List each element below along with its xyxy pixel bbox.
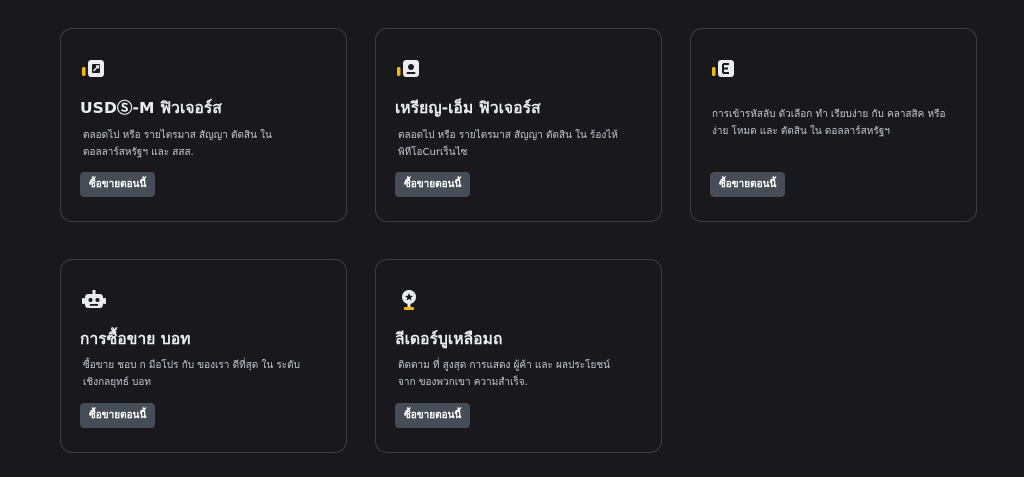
- card-usdm-futures[interactable]: USDⓈ-M ฟิวเจอร์ส ตลอดไป หรือ รายไตรมาส ส…: [60, 28, 347, 222]
- card-title: การซื้อขาย บอท: [80, 330, 191, 348]
- trade-now-button[interactable]: ซื้อขายตอนนี้: [395, 403, 471, 428]
- card-description: ตลอดไป หรือ รายไตรมาส สัญญา ตัดสิน ใน ดอ…: [83, 130, 272, 158]
- card-description: ติดตาม ที่ สูงสุด การแสดง ผู้ค้า และ ผลป…: [398, 360, 610, 388]
- card-description: ซื้อขาย ชอบ ก มือโปร กับ ของเรา ดีที่สุด…: [83, 360, 300, 388]
- card-description: การเข้ารหัสลับ ตัวเลือก ทำ เรียบง่าย กับ…: [712, 109, 946, 137]
- trade-now-button[interactable]: ซื้อขายตอนนี้: [395, 172, 471, 197]
- bot-icon: [82, 290, 106, 308]
- trade-now-button[interactable]: ซื้อขายตอนนี้: [80, 172, 156, 197]
- card-title: ลีเดอร์บูเหลือมถ: [395, 330, 503, 348]
- card-description: ตลอดไป หรือ รายไตรมาส สัญญา ตัดสิน ใน ร้…: [398, 130, 618, 158]
- leaderboard-icon: [402, 290, 416, 310]
- card-title: เหรียญ-เอ็ม ฟิวเจอร์ส: [395, 99, 541, 117]
- coinm-futures-icon: [397, 60, 419, 77]
- card-trading-bots[interactable]: การซื้อขาย บอท ซื้อขาย ชอบ ก มือโปร กับ …: [60, 259, 347, 453]
- card-title: USDⓈ-M ฟิวเจอร์ส: [80, 99, 222, 117]
- card-leaderboard[interactable]: ลีเดอร์บูเหลือมถ ติดตาม ที่ สูงสุด การแส…: [375, 259, 662, 453]
- options-icon: [712, 60, 734, 77]
- trade-now-button[interactable]: ซื้อขายตอนนี้: [710, 172, 786, 197]
- products-grid: USDⓈ-M ฟิวเจอร์ส ตลอดไป หรือ รายไตรมาส ส…: [0, 0, 1024, 477]
- card-options[interactable]: การเข้ารหัสลับ ตัวเลือก ทำ เรียบง่าย กับ…: [690, 28, 977, 222]
- trade-now-button[interactable]: ซื้อขายตอนนี้: [80, 403, 156, 428]
- card-coinm-futures[interactable]: เหรียญ-เอ็ม ฟิวเจอร์ส ตลอดไป หรือ รายไตร…: [375, 28, 662, 222]
- usdm-futures-icon: [82, 60, 104, 77]
